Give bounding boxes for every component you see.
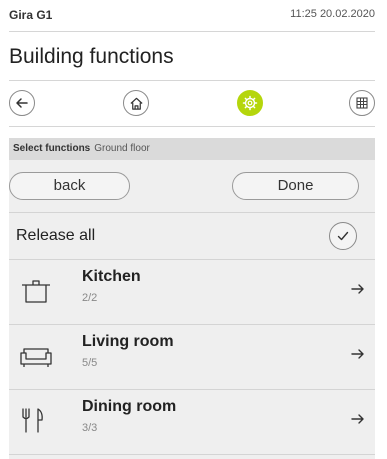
room-count: 2/2 xyxy=(82,292,98,304)
pot-icon xyxy=(22,280,50,303)
sofa-icon xyxy=(20,348,52,367)
datetime: 11:25 20.02.2020 xyxy=(290,8,375,20)
done-button[interactable]: Done xyxy=(232,172,359,200)
divider xyxy=(9,454,375,455)
settings-nav-button[interactable] xyxy=(237,90,263,116)
list-item-living-room[interactable]: Living room 5/5 xyxy=(9,325,375,388)
arrow-right-icon xyxy=(351,284,364,294)
release-all-checkbox[interactable] xyxy=(329,222,357,250)
grid-icon xyxy=(356,97,368,109)
panel-header: Select functions Ground floor xyxy=(9,138,375,160)
app-frame: Gira G1 11:25 20.02.2020 Building functi… xyxy=(9,0,375,459)
home-icon xyxy=(129,97,143,110)
room-name: Dining room xyxy=(82,398,177,415)
fork-knife-icon xyxy=(22,408,43,433)
room-name: Kitchen xyxy=(82,268,141,285)
function-list-panel: Select functions Ground floor back Done R… xyxy=(9,138,375,459)
list-item-kitchen[interactable]: Kitchen 2/2 xyxy=(9,260,375,323)
divider xyxy=(9,31,375,32)
device-name: Gira G1 xyxy=(9,8,53,22)
release-all-label[interactable]: Release all xyxy=(16,227,95,245)
arrow-right-icon xyxy=(351,349,364,359)
nav-bar xyxy=(9,87,375,121)
checkmark-icon xyxy=(337,231,349,241)
status-bar: Gira G1 11:25 20.02.2020 xyxy=(9,8,375,24)
room-count: 3/3 xyxy=(82,422,98,434)
gear-icon xyxy=(242,95,258,111)
back-nav-button[interactable] xyxy=(9,90,35,116)
divider xyxy=(9,212,375,213)
arrow-left-icon xyxy=(16,98,28,108)
page-title: Building functions xyxy=(9,45,174,68)
divider xyxy=(9,126,375,127)
back-button[interactable]: back xyxy=(9,172,130,200)
home-nav-button[interactable] xyxy=(123,90,149,116)
grid-nav-button[interactable] xyxy=(349,90,375,116)
list-item-dining-room[interactable]: Dining room 3/3 xyxy=(9,390,375,453)
panel-header-title: Select functions xyxy=(13,143,91,154)
panel-header-location: Ground floor xyxy=(94,143,150,154)
room-count: 5/5 xyxy=(82,357,98,369)
divider xyxy=(9,80,375,81)
room-name: Living room xyxy=(82,333,174,350)
arrow-right-icon xyxy=(351,414,364,424)
